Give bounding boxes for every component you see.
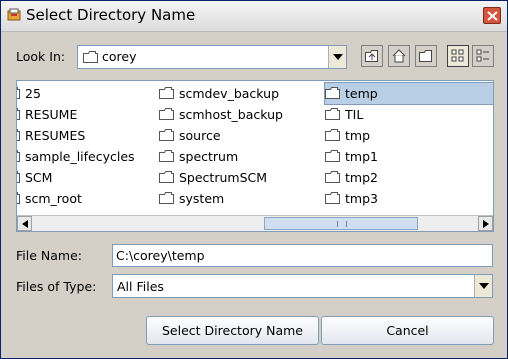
file-list-item-label: sample_lifecycles: [25, 149, 135, 164]
new-folder-button[interactable]: [415, 45, 437, 67]
file-type-value: All Files: [117, 279, 164, 294]
file-list-item[interactable]: RESUME: [17, 104, 135, 125]
file-list-item[interactable]: tmp2: [325, 167, 493, 188]
close-icon: [487, 11, 498, 21]
chevron-down-icon[interactable]: [328, 46, 346, 68]
app-icon: [7, 8, 21, 22]
list-view-button[interactable]: [447, 45, 469, 67]
chevron-down-icon[interactable]: [474, 275, 492, 297]
file-list-item-label: tmp: [345, 128, 371, 143]
file-list-item-label: SpectrumSCM: [179, 170, 268, 185]
file-list-item[interactable]: RESUMES: [17, 125, 135, 146]
folder-icon: [159, 147, 174, 162]
file-list-item-label: RESUMES: [25, 128, 86, 143]
details-view-button[interactable]: [472, 45, 494, 67]
file-column-1: 25 RESUME RESUMES sample_lifecycles SCM scm_r…: [17, 83, 135, 209]
file-list-item-label: RESUME: [25, 107, 78, 122]
file-list-item[interactable]: tmp1: [325, 146, 493, 167]
file-list-item-label: spectrum: [179, 149, 239, 164]
folder-icon: [17, 126, 20, 141]
file-column-2: scmdev_backup scmhost_backupsource spectru…: [159, 83, 283, 209]
look-in-value: corey: [102, 49, 137, 64]
file-list-item[interactable]: 25: [17, 83, 135, 104]
file-list-item[interactable]: sample_lifecycles: [17, 146, 135, 167]
file-list-item[interactable]: TIL: [325, 104, 493, 125]
folder-icon: [17, 189, 20, 204]
file-list-item-label: tmp2: [345, 170, 378, 185]
folder-icon: [159, 84, 174, 99]
up-one-level-icon: [365, 50, 378, 62]
folder-icon: [325, 168, 340, 183]
file-list[interactable]: 25 RESUME RESUMES sample_lifecycles SCM scm_r…: [16, 80, 494, 232]
arrow-left-icon: [22, 220, 28, 228]
folder-icon: [159, 189, 174, 204]
file-list-item-label: SCM: [25, 170, 53, 185]
home-icon: [392, 49, 406, 63]
file-type-label: Files of Type:: [16, 279, 97, 294]
file-list-item-label: TIL: [345, 107, 364, 122]
file-list-item[interactable]: tmp3: [325, 188, 493, 209]
close-button[interactable]: [483, 7, 501, 24]
file-list-item[interactable]: SCM: [17, 167, 135, 188]
folder-icon: [325, 84, 340, 99]
select-directory-button[interactable]: Select Directory Name: [146, 316, 319, 345]
file-list-item[interactable]: source: [159, 125, 283, 146]
list-view-icon: [451, 49, 464, 62]
up-one-level-button[interactable]: [361, 45, 383, 67]
cancel-button[interactable]: Cancel: [321, 316, 494, 345]
folder-icon: [325, 189, 340, 204]
new-folder-icon: [419, 50, 432, 62]
scroll-right-button[interactable]: [478, 216, 493, 231]
look-in-label: Look In:: [16, 49, 66, 64]
file-list-item[interactable]: temp: [324, 82, 493, 105]
title-bar[interactable]: Select Directory Name: [1, 1, 507, 32]
file-list-item-label: temp: [345, 86, 378, 101]
file-list-item-label: scm_root: [25, 191, 82, 206]
folder-icon: [17, 105, 20, 120]
folder-icon: [159, 126, 174, 141]
file-list-item[interactable]: scmhost_backup: [159, 104, 283, 125]
select-directory-dialog: Select Directory Name Look In: corey 25 R…: [0, 0, 508, 359]
file-list-item[interactable]: scmdev_backup: [159, 83, 283, 104]
folder-icon: [325, 147, 340, 162]
window-title: Select Directory Name: [26, 6, 196, 24]
file-list-item-label: tmp3: [345, 191, 378, 206]
file-list-item[interactable]: spectrum: [159, 146, 283, 167]
folder-icon: [83, 51, 98, 66]
file-list-item-label: scmdev_backup: [179, 86, 280, 101]
file-list-item-label: 25: [25, 86, 41, 101]
file-name-label: File Name:: [16, 248, 82, 263]
arrow-right-icon: [483, 220, 489, 228]
file-list-item[interactable]: tmp: [325, 125, 493, 146]
home-button[interactable]: [388, 45, 410, 67]
file-column-3: temp TIL tmp tmp1 tmp2 tmp3: [324, 82, 493, 209]
file-type-combo[interactable]: All Files: [112, 274, 493, 298]
folder-icon: [159, 168, 174, 183]
file-list-item[interactable]: scm_root: [17, 188, 135, 209]
file-list-item-label: scmhost_backup: [179, 107, 283, 122]
folder-icon: [325, 126, 340, 141]
folder-icon: [17, 168, 20, 183]
file-list-item-label: tmp1: [345, 149, 378, 164]
scrollbar-thumb[interactable]: [264, 217, 418, 230]
file-list-item-label: source: [179, 128, 221, 143]
file-list-item[interactable]: system: [159, 188, 283, 209]
scroll-left-button[interactable]: [17, 216, 32, 231]
folder-icon: [17, 147, 20, 162]
folder-icon: [325, 105, 340, 120]
file-list-item[interactable]: SpectrumSCM: [159, 167, 283, 188]
folder-icon: [17, 84, 20, 99]
horizontal-scrollbar[interactable]: [17, 215, 493, 231]
file-name-input[interactable]: C:\corey\temp: [112, 244, 493, 267]
folder-icon: [159, 105, 174, 120]
look-in-combo[interactable]: corey: [77, 45, 347, 69]
file-list-item-label: system: [179, 191, 225, 206]
details-view-icon: [476, 49, 489, 62]
